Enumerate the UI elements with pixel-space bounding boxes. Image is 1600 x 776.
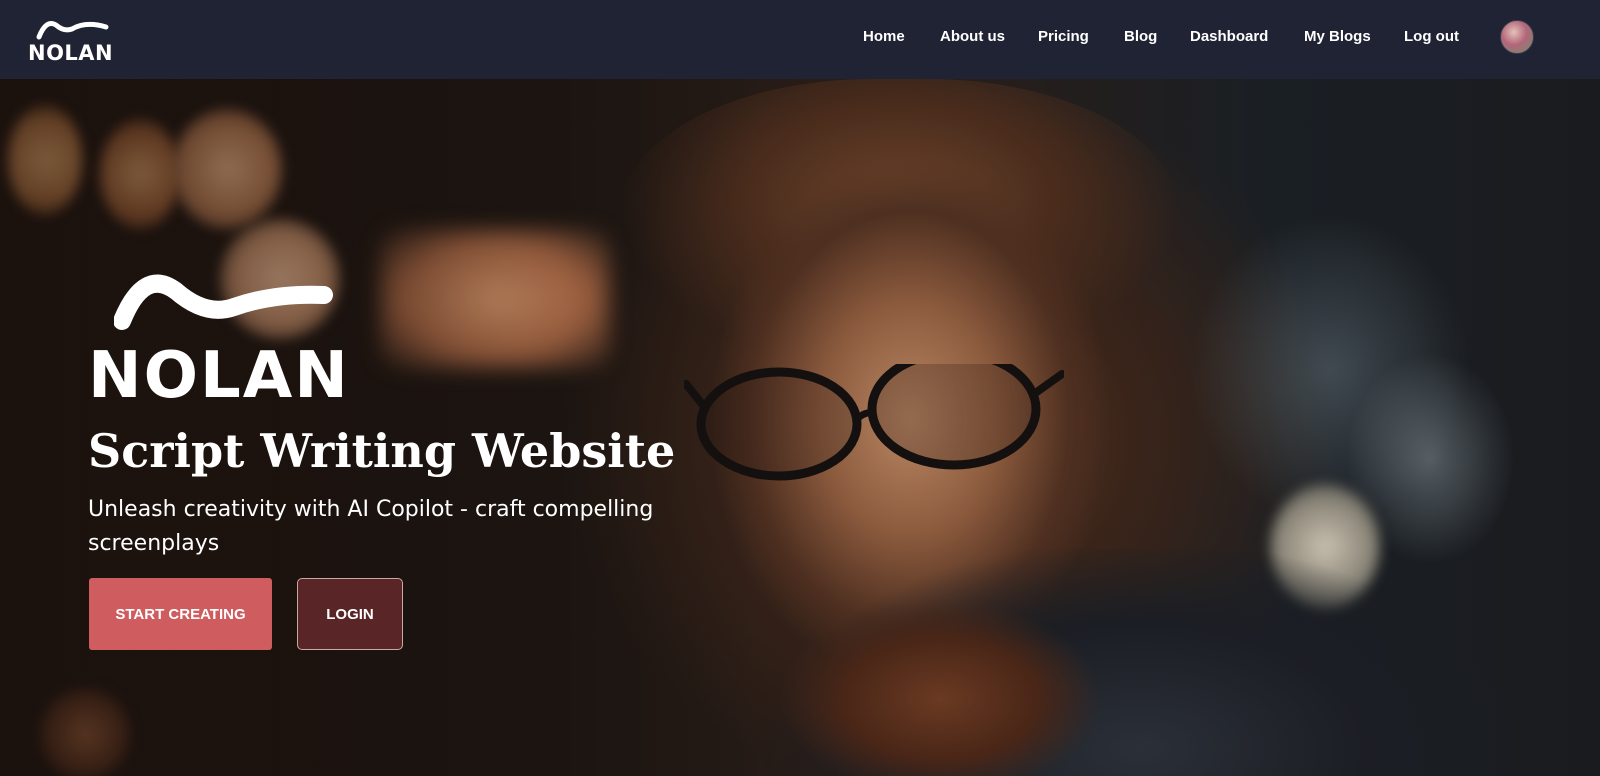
hero-title: Script Writing Website (88, 424, 676, 478)
login-button[interactable]: LOGIN (297, 578, 403, 650)
portrait-collar (780, 599, 1100, 776)
nav-my-blogs[interactable]: My Blogs (1304, 28, 1371, 45)
hero-subtitle: Unleash creativity with AI Copilot - cra… (88, 497, 654, 556)
hero-logo-text: NOLAN (88, 339, 350, 413)
user-avatar-icon[interactable] (1500, 20, 1534, 54)
nav-home[interactable]: Home (863, 28, 905, 45)
nav-blog[interactable]: Blog (1124, 28, 1157, 45)
nav-log-out[interactable]: Log out (1404, 28, 1459, 45)
nav-about-us[interactable]: About us (940, 28, 1005, 45)
hero-logo: NOLAN (88, 269, 368, 409)
hero-section: NOLAN Script Writing Website Unleash cre… (0, 79, 1600, 776)
nav-pricing[interactable]: Pricing (1038, 28, 1089, 45)
main-nav: Home About us Pricing Blog Dashboard My … (0, 28, 1600, 50)
nav-dashboard[interactable]: Dashboard (1190, 28, 1268, 45)
start-creating-button[interactable]: START CREATING (89, 578, 272, 650)
wave-logo-icon (114, 274, 333, 330)
top-navbar: NOLAN Home About us Pricing Blog Dashboa… (0, 0, 1600, 79)
